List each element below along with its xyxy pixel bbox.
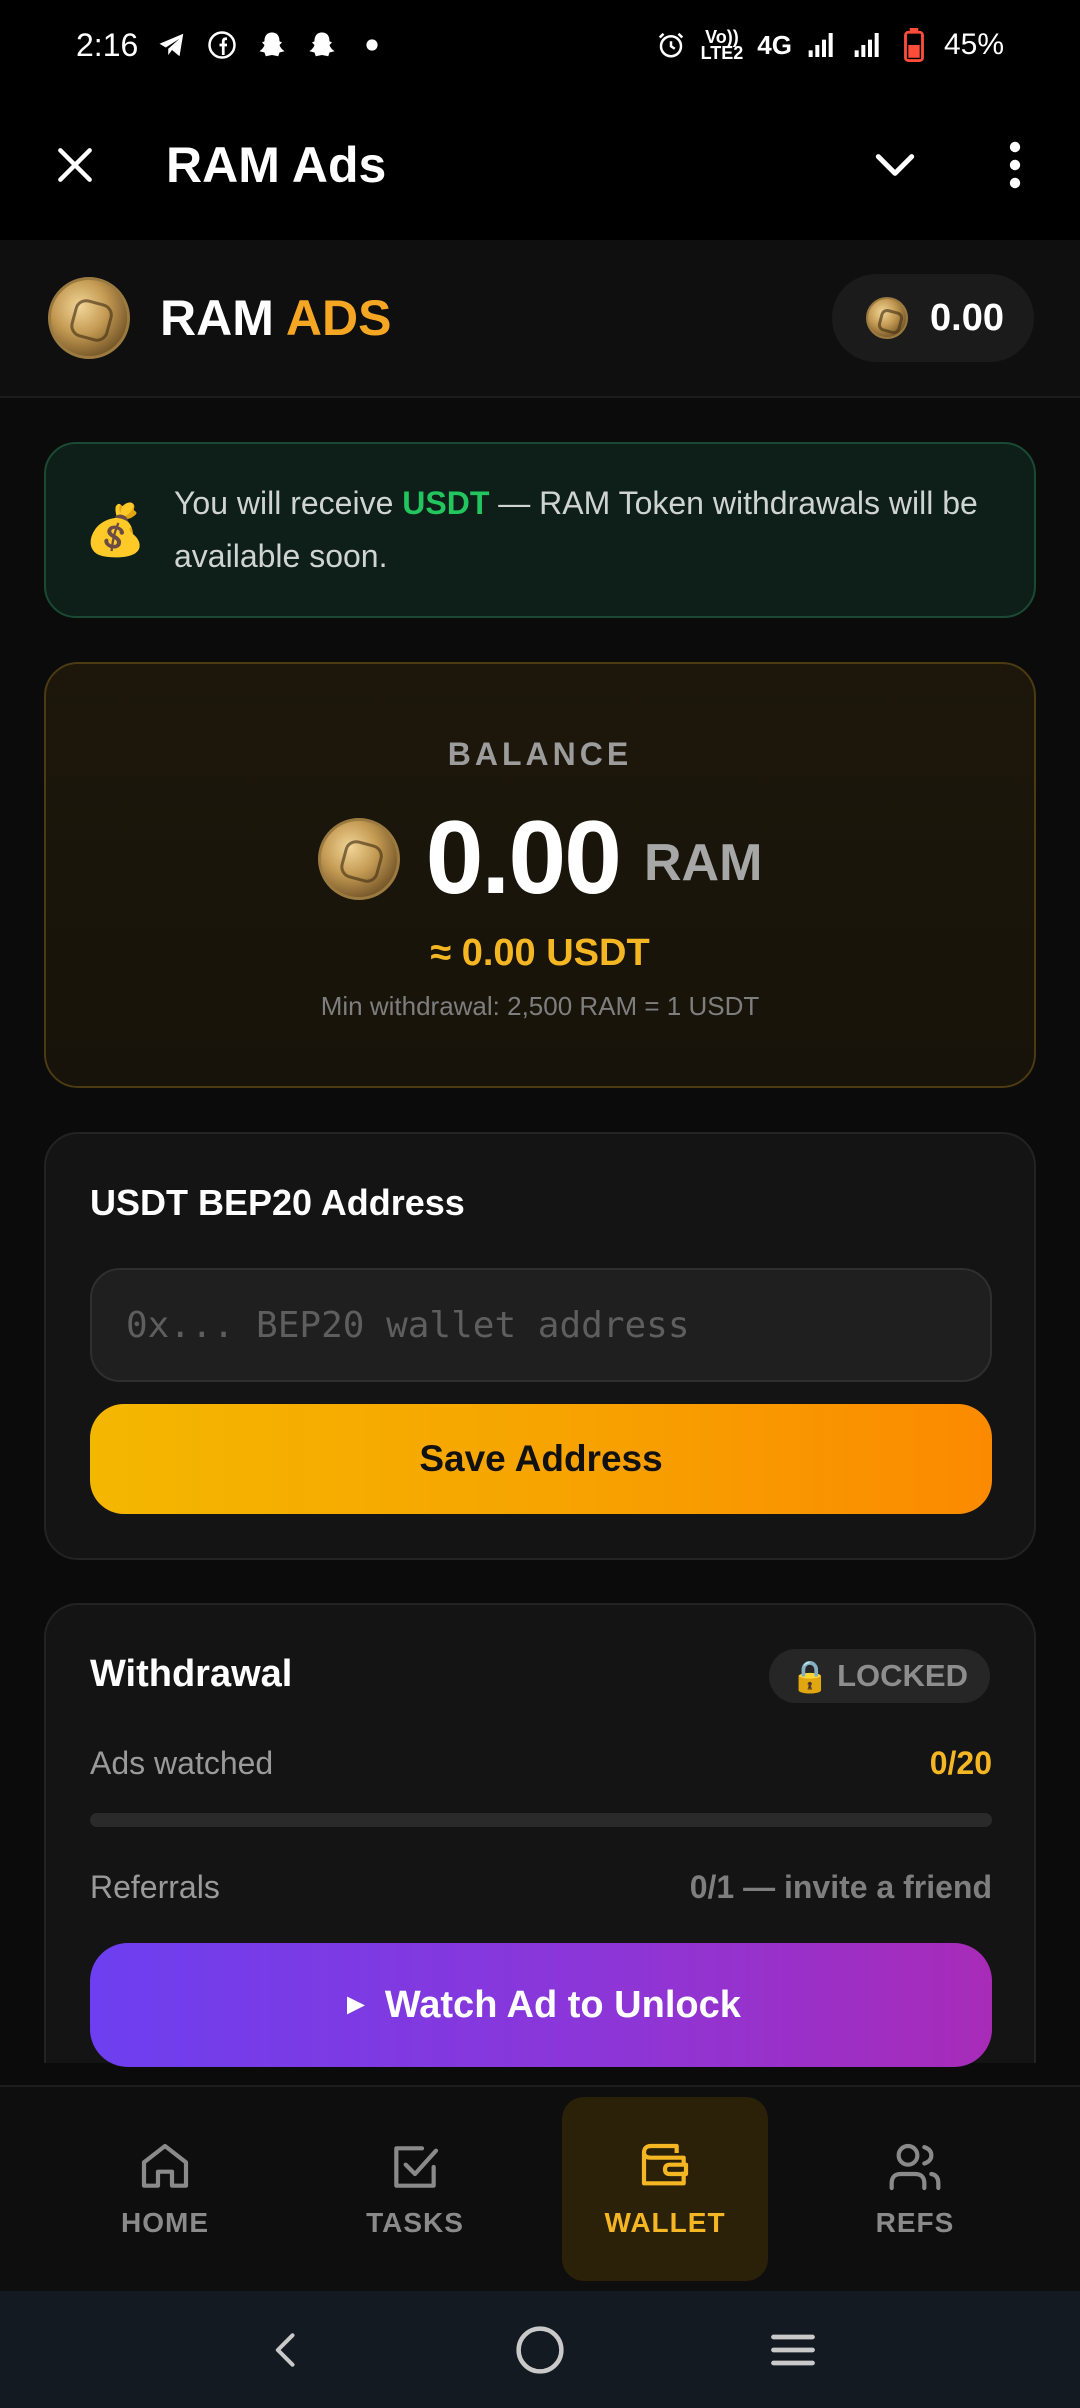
usdt-notice: 💰 You will receive USDT — RAM Token with…	[44, 442, 1036, 618]
network-type: 4G	[757, 29, 792, 60]
status-bar: 2:16 Vo)) LTE2 4G 45%	[0, 0, 1080, 90]
balance-amount: 0.00	[425, 800, 622, 916]
volte-indicator: Vo)) LTE2	[700, 27, 744, 63]
signal-icon	[852, 29, 884, 61]
users-icon	[889, 2143, 941, 2191]
balance-label: BALANCE	[447, 736, 633, 772]
referrals-value: 0/1 — invite a friend	[689, 1869, 992, 1905]
app-header: RAM ADS 0.00	[0, 240, 1080, 398]
header-balance-pill[interactable]: 0.00	[832, 274, 1034, 362]
header-balance-value: 0.00	[930, 296, 1004, 339]
ram-coin-logo	[48, 277, 130, 359]
chevron-down-icon[interactable]	[860, 130, 930, 200]
min-withdrawal-text: Min withdrawal: 2,500 RAM = 1 USDT	[320, 991, 760, 1021]
balance-card: BALANCE 0.00 RAM ≈ 0.00 USDT Min withdra…	[44, 662, 1036, 1088]
signal-icon	[806, 29, 838, 61]
bottom-nav: HOME TASKS WALLET REFS	[0, 2085, 1080, 2291]
referrals-row: Referrals 0/1 — invite a friend	[90, 1869, 992, 1906]
ads-watched-label: Ads watched	[90, 1745, 274, 1781]
home-circle-icon[interactable]	[500, 2310, 580, 2390]
coin-icon	[317, 817, 400, 900]
nav-tasks[interactable]: TASKS	[312, 2097, 518, 2281]
lock-icon: 🔒	[790, 1658, 830, 1694]
snapchat-icon	[256, 29, 288, 61]
withdrawal-title: Withdrawal	[90, 1653, 293, 1695]
snapchat-icon	[306, 29, 338, 61]
nav-wallet[interactable]: WALLET	[562, 2097, 768, 2281]
coin-icon	[866, 297, 909, 339]
nav-home[interactable]: HOME	[62, 2097, 268, 2281]
facebook-icon	[206, 29, 238, 61]
tasks-icon	[394, 2146, 439, 2188]
battery-icon	[898, 28, 930, 62]
more-options-icon[interactable]	[990, 130, 1040, 200]
battery-level: 45%	[943, 28, 1004, 61]
balance-row: 0.00 RAM	[46, 799, 1034, 918]
home-icon	[141, 2143, 189, 2188]
wallet-address-input[interactable]	[90, 1268, 992, 1382]
address-title: USDT BEP20 Address	[90, 1182, 465, 1223]
wallet-icon	[641, 2143, 689, 2186]
nav-refs[interactable]: REFS	[812, 2097, 1018, 2281]
save-address-button[interactable]: Save Address	[90, 1404, 992, 1514]
ads-watched-row: Ads watched 0/20	[90, 1745, 992, 1782]
telegram-icon	[156, 29, 188, 61]
alarm-icon	[655, 29, 687, 61]
money-bag-icon: 💰	[84, 501, 147, 558]
brand-title: RAM ADS	[160, 290, 392, 346]
recents-icon[interactable]	[753, 2310, 833, 2390]
watch-ad-button[interactable]: ► Watch Ad to Unlock	[90, 1943, 992, 2067]
withdrawal-card: Withdrawal 🔒 LOCKED Ads watched 0/20 Ref…	[44, 1603, 1036, 2067]
ads-watched-value: 0/20	[929, 1745, 992, 1781]
address-card: USDT BEP20 Address Save Address	[44, 1132, 1036, 1560]
ads-progress-bar	[90, 1813, 992, 1827]
system-nav-bar	[0, 2291, 1080, 2408]
page-title: RAM Ads	[166, 137, 387, 193]
notification-dot-icon	[356, 29, 388, 61]
balance-usdt-equivalent: ≈ 0.00 USDT	[430, 932, 650, 974]
close-icon[interactable]	[40, 130, 110, 200]
notice-text: You will receive USDT — RAM Token withdr…	[174, 485, 978, 574]
balance-unit: RAM	[644, 833, 763, 892]
referrals-label: Referrals	[90, 1869, 220, 1905]
locked-badge: 🔒 LOCKED	[768, 1649, 990, 1703]
back-icon[interactable]	[247, 2310, 327, 2390]
title-bar: RAM Ads	[0, 90, 1080, 240]
play-icon: ►	[341, 1988, 371, 2021]
status-time: 2:16	[76, 26, 139, 63]
